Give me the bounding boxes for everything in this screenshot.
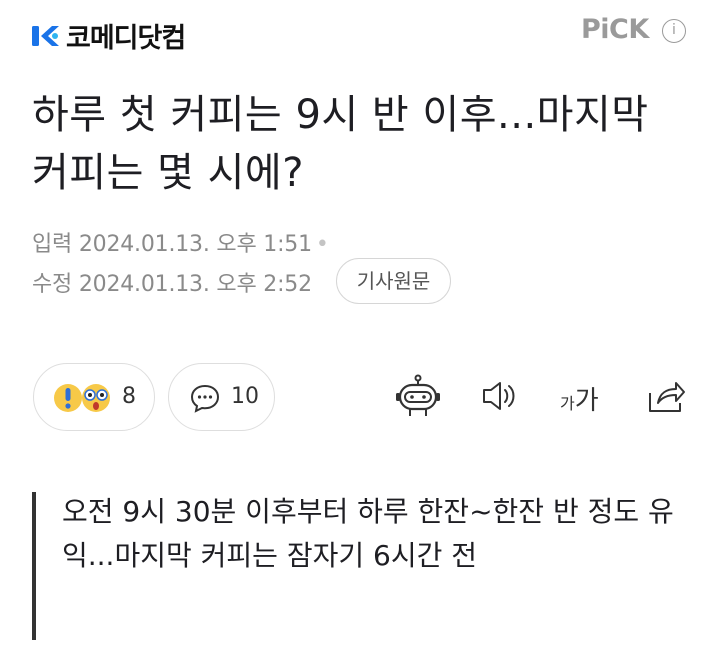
info-icon[interactable]: i: [662, 19, 686, 43]
comment-icon: [190, 384, 220, 413]
font-size-large-label: 가: [574, 386, 599, 416]
separator-dot: •: [315, 232, 329, 257]
share-icon: [649, 382, 685, 412]
brand-logo-icon: [30, 20, 62, 52]
summary-quote-bar: [32, 492, 36, 640]
modified-date: 수정 2024.01.13. 오후 2:52: [32, 272, 312, 297]
reaction-button[interactable]: 8: [33, 363, 155, 431]
article-title: 하루 첫 커피는 9시 반 이후...마지막 커피는 몇 시에?: [32, 92, 649, 196]
speaker-icon: [483, 382, 515, 410]
original-article-button[interactable]: 기사원문: [336, 258, 451, 304]
article-summary: 오전 9시 30분 이후부터 하루 한잔~한잔 반 정도 유익...마지막 커피…: [62, 495, 674, 572]
read-aloud-button[interactable]: [480, 378, 520, 418]
brand-logo-text: 코메디닷컴: [66, 23, 186, 54]
wow-emoji-icon: [54, 384, 110, 412]
top-header: 코메디닷컴 PiCK i: [0, 0, 719, 70]
pick-label[interactable]: PiCK: [581, 14, 649, 45]
brand-logo[interactable]: 코메디닷컴: [30, 16, 186, 55]
published-date: 입력 2024.01.13. 오후 1:51 •: [32, 226, 329, 258]
comment-count: 10: [231, 384, 259, 409]
published-date-text: 입력 2024.01.13. 오후 1:51: [32, 232, 312, 257]
summary-bot-button[interactable]: [394, 374, 442, 422]
font-size-small-label: 가: [560, 394, 575, 413]
font-size-button[interactable]: 가가: [560, 380, 599, 417]
reaction-count: 8: [122, 384, 136, 409]
robot-summary-icon: [396, 374, 440, 416]
font-size-icon: 가가: [560, 380, 599, 417]
comment-button[interactable]: 10: [168, 363, 275, 431]
share-button[interactable]: [646, 377, 686, 419]
